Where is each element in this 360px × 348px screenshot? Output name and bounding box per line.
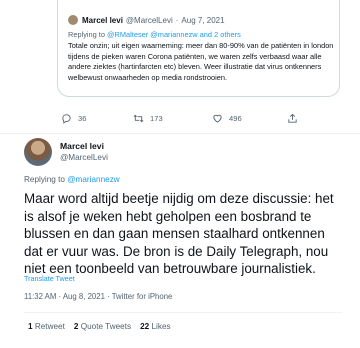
- tweet-stats: 1 Retweet 2 Quote Tweets 22 Likes: [28, 322, 171, 331]
- retweet-icon: [133, 114, 144, 123]
- quoted-replying-prefix: Replying to: [68, 30, 105, 39]
- quoted-avatar[interactable]: [68, 15, 78, 25]
- like-button[interactable]: 496: [212, 113, 242, 124]
- tweet-timestamp[interactable]: 11:32 AM · Aug 8, 2021 · Twitter for iPh…: [24, 292, 172, 301]
- author-avatar[interactable]: [24, 138, 52, 166]
- like-count: 496: [229, 114, 242, 123]
- retweets-stat[interactable]: 1 Retweet: [28, 322, 65, 331]
- stats-divider: [24, 312, 342, 313]
- reply-icon: [62, 114, 71, 124]
- quoted-separator: ·: [175, 15, 179, 25]
- author-name[interactable]: Marcel levi: [60, 141, 104, 151]
- quoted-author-name[interactable]: Marcel levi: [82, 16, 123, 25]
- quoted-author-handle[interactable]: @MarcelLevi: [126, 16, 173, 25]
- likes-count: 22: [140, 322, 150, 331]
- quoted-date[interactable]: Aug 7, 2021: [181, 16, 224, 25]
- retweet-button[interactable]: 173: [133, 113, 163, 124]
- share-button[interactable]: [287, 113, 304, 124]
- quoted-tweet-text: Totale onzin; uit eigen waarneming: meer…: [68, 41, 334, 82]
- author-handle[interactable]: @MarcelLevi: [60, 153, 108, 162]
- likes-stat[interactable]: 22 Likes: [140, 322, 171, 331]
- share-icon: [288, 113, 297, 123]
- retweets-label: Retweet: [34, 322, 65, 331]
- replying-prefix: Replying to: [24, 175, 65, 184]
- replying-to: Replying to @mariannezw: [24, 175, 120, 184]
- quoted-replying-targets[interactable]: @RMalteser @mariannezw and 2 others: [107, 30, 241, 39]
- retweets-count: 1: [28, 322, 33, 331]
- quotes-count: 2: [73, 322, 79, 331]
- quotes-label: Quote Tweets: [80, 322, 132, 331]
- quoted-tweet-card[interactable]: Marcel levi @MarcelLevi · Aug 7, 2021 Re…: [57, 0, 340, 97]
- translate-tweet-link[interactable]: Translate Tweet: [24, 274, 75, 283]
- replying-target-link[interactable]: @mariannezw: [67, 175, 119, 184]
- reply-count: 36: [78, 114, 87, 123]
- retweet-count: 173: [150, 114, 163, 123]
- reply-button[interactable]: 36: [61, 113, 86, 124]
- quoted-tweet-header: Marcel levi @MarcelLevi · Aug 7, 2021: [68, 15, 225, 25]
- quote-tweets-stat[interactable]: 2 Quote Tweets: [74, 322, 131, 331]
- likes-label: Likes: [151, 322, 171, 331]
- tweet-text: Maar word altijd beetje nijdig om deze d…: [24, 191, 334, 277]
- quoted-replying-to: Replying to @RMalteser @mariannezw and 2…: [68, 30, 241, 39]
- quoted-action-bar: 36 173 496: [0, 113, 360, 127]
- section-divider: [0, 133, 360, 134]
- like-icon: [213, 114, 222, 123]
